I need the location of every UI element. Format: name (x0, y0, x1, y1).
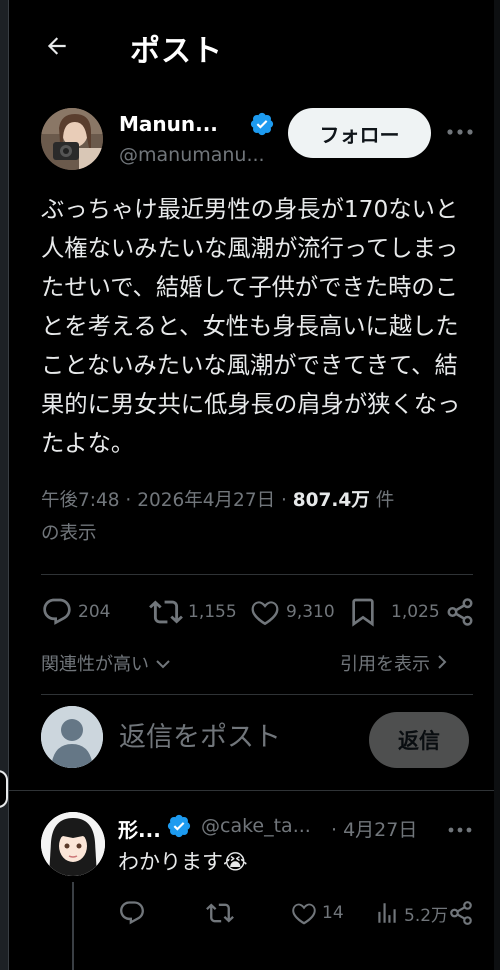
repost-icon (149, 600, 183, 624)
more-icon (447, 129, 473, 135)
repost-button[interactable]: 1,155 (149, 590, 237, 634)
like-count: 9,310 (286, 602, 335, 622)
quotes-label: 引用を表示 (340, 654, 430, 675)
author-name[interactable]: Manun... (119, 112, 218, 136)
sort-label: 関連性が高い (41, 654, 149, 675)
thread-line (72, 882, 74, 970)
reply-composer: 返信 (9, 700, 494, 780)
back-button[interactable] (39, 28, 75, 64)
reply-author-handle[interactable]: @cake_ta... (201, 815, 311, 837)
views-suffix: 件 (375, 490, 395, 511)
bookmark-icon (352, 598, 374, 627)
share-button[interactable] (445, 590, 475, 634)
post-meta: 午後7:48 · 2026年4月27日 · 807.4万 件 の表示 (41, 490, 395, 544)
chevron-right-icon (438, 655, 447, 669)
sort-dropdown[interactable]: 関連性が高い (41, 650, 171, 676)
reply-share-button[interactable] (448, 896, 474, 930)
reply-views-count: 5.2万 (404, 905, 449, 926)
arrow-left-icon (47, 37, 66, 55)
divider (41, 694, 473, 695)
views-count: 807.4万 (292, 490, 370, 511)
divider (41, 574, 473, 575)
share-icon (450, 901, 472, 925)
reply-reply-button[interactable] (118, 896, 146, 930)
verified-badge-icon (167, 814, 191, 838)
crying-emoji: 😭 (223, 850, 248, 874)
reply-count: 204 (78, 602, 111, 622)
post-text: ぶっちゃけ最近男性の身長が170ないと人権ないみたいな風潮が流行ってしまったせい… (41, 196, 461, 457)
scroll-handle[interactable] (0, 770, 8, 808)
reply-avatar[interactable] (41, 812, 105, 876)
reply-like-button[interactable]: 14 (290, 896, 344, 930)
reply-actions: 14 5.2万 (118, 896, 478, 930)
reply-more-button[interactable] (445, 820, 475, 840)
like-icon (251, 601, 279, 626)
reply-icon (43, 598, 71, 625)
reply-submit-button[interactable]: 返信 (369, 712, 469, 768)
like-icon (292, 903, 316, 925)
more-icon (448, 827, 472, 833)
verified-badge-icon (250, 112, 274, 136)
divider (9, 790, 494, 791)
reply-repost-button[interactable] (206, 896, 234, 930)
bookmark-count: 1,025 (391, 602, 440, 622)
window-frame-right (494, 0, 500, 970)
follow-button[interactable]: フォロー (288, 108, 431, 158)
post-time[interactable]: 午後7:48 (41, 490, 120, 511)
share-icon (447, 598, 473, 626)
reply-item[interactable]: 形... @cake_ta... · 4月27日 わかります😭 14 5.2万 (9, 802, 494, 970)
reply-button[interactable]: 204 (41, 590, 110, 634)
page-title: ポスト (130, 34, 223, 69)
author-handle[interactable]: @manumanu... (119, 144, 265, 166)
repost-icon (206, 903, 234, 923)
post-author: Manun... @manumanu... フォロー (9, 100, 494, 176)
post-actions: 204 1,155 9,310 1,025 (41, 590, 481, 634)
reply-text: わかります😭 (118, 850, 248, 874)
post-date[interactable]: 2026年4月27日 (137, 490, 275, 511)
view-quotes-link[interactable]: 引用を表示 (340, 650, 448, 676)
reply-author-name[interactable]: 形... (118, 814, 161, 843)
more-options-button[interactable] (443, 120, 477, 144)
reply-input[interactable] (119, 714, 359, 760)
reply-views-button[interactable]: 5.2万 (374, 896, 448, 930)
default-avatar-icon (41, 706, 103, 768)
chevron-down-icon (156, 660, 170, 669)
post-detail-page: ポスト Manun... @manumanu... フォロー ぶっちゃけ最近男性… (9, 0, 494, 970)
window-frame-left (0, 0, 9, 970)
repost-count: 1,155 (188, 602, 237, 622)
like-button[interactable]: 9,310 (249, 590, 335, 634)
views-icon (378, 903, 396, 923)
author-avatar[interactable] (41, 108, 103, 170)
reply-date[interactable]: · 4月27日 (331, 815, 417, 842)
reply-like-count: 14 (322, 903, 344, 923)
views-label: の表示 (41, 523, 97, 544)
top-bar: ポスト (9, 0, 494, 92)
reply-icon (120, 901, 144, 925)
bookmark-button[interactable]: 1,025 (347, 590, 440, 634)
